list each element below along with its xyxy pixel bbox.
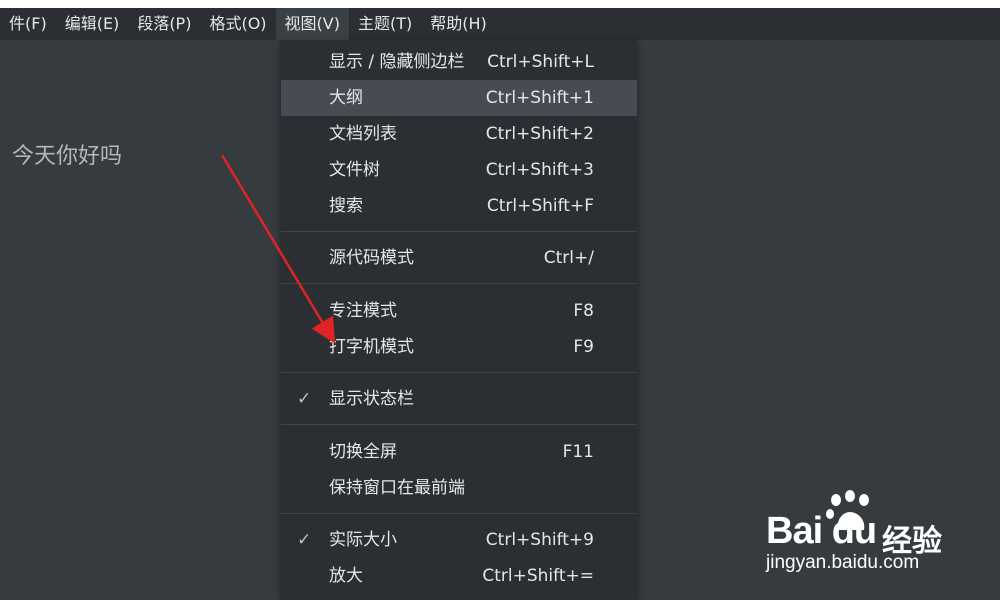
document-text[interactable]: 今天你好吗 — [12, 138, 122, 170]
checkmark-icon: ✓ — [297, 530, 312, 550]
menu-item-label: 显示状态栏 — [329, 389, 414, 409]
menu-item-label: 专注模式 — [329, 301, 397, 321]
menu-item-file-tree[interactable]: 文件树 Ctrl+Shift+3 — [281, 152, 637, 188]
menu-item-toggle-fullscreen[interactable]: 切换全屏 F11 — [281, 434, 637, 470]
menu-item-always-on-top[interactable]: 保持窗口在最前端 — [281, 470, 637, 506]
menu-file[interactable]: 件(F) — [0, 8, 56, 40]
menu-item-document-list[interactable]: 文档列表 Ctrl+Shift+2 — [281, 116, 637, 152]
menu-item-shortcut: Ctrl+Shift+2 — [485, 124, 594, 144]
menu-item-label: 放大 — [329, 566, 363, 586]
menu-item-shortcut: Ctrl+Shift+3 — [485, 160, 594, 180]
menu-format[interactable]: 格式(O) — [200, 8, 275, 40]
menu-paragraph[interactable]: 段落(P) — [128, 8, 200, 40]
menu-item-shortcut: Ctrl+Shift+1 — [485, 88, 594, 108]
menu-item-shortcut: Ctrl+Shift+9 — [485, 530, 594, 550]
menu-item-shortcut: Ctrl+Shift+F — [486, 196, 594, 216]
menu-item-source-code-mode[interactable]: 源代码模式 Ctrl+/ — [281, 240, 637, 276]
menu-item-label: 文档列表 — [329, 124, 397, 144]
menu-item-search[interactable]: 搜索 Ctrl+Shift+F — [281, 188, 637, 224]
baidu-watermark: Bai du 经验 jingyan.baidu.com — [766, 490, 966, 590]
menu-separator — [281, 231, 637, 232]
menu-separator — [281, 372, 637, 373]
menu-help[interactable]: 帮助(H) — [421, 8, 496, 40]
watermark-url: jingyan.baidu.com — [766, 552, 920, 573]
menu-item-zoom-in[interactable]: 放大 Ctrl+Shift+= — [281, 558, 637, 594]
menu-item-label: 实际大小 — [329, 530, 397, 550]
window-top-strip — [0, 0, 1000, 8]
menu-item-shortcut: F9 — [573, 337, 594, 357]
menu-item-label: 保持窗口在最前端 — [329, 478, 465, 498]
menu-item-shortcut: Ctrl+Shift+= — [482, 566, 594, 586]
menu-item-shortcut: F8 — [573, 301, 594, 321]
view-menu-dropdown: 显示 / 隐藏侧边栏 Ctrl+Shift+L 大纲 Ctrl+Shift+1 … — [281, 40, 637, 600]
menu-item-label: 切换全屏 — [329, 442, 397, 462]
watermark-brand: Bai du — [766, 510, 877, 552]
menu-item-label: 显示 / 隐藏侧边栏 — [329, 52, 465, 72]
menu-view[interactable]: 视图(V) — [275, 8, 349, 40]
menu-item-focus-mode[interactable]: 专注模式 F8 — [281, 293, 637, 329]
menu-edit[interactable]: 编辑(E) — [56, 8, 129, 40]
menu-item-shortcut: Ctrl+/ — [543, 248, 594, 268]
menu-item-show-status-bar[interactable]: ✓ 显示状态栏 — [281, 381, 637, 417]
menu-bar: 件(F) 编辑(E) 段落(P) 格式(O) 视图(V) 主题(T) 帮助(H) — [0, 8, 1000, 40]
menu-item-shortcut: Ctrl+Shift+L — [487, 52, 594, 72]
menu-separator — [281, 513, 637, 514]
menu-item-actual-size[interactable]: ✓ 实际大小 Ctrl+Shift+9 — [281, 522, 637, 558]
menu-item-outline[interactable]: 大纲 Ctrl+Shift+1 — [281, 80, 637, 116]
menu-item-shortcut: F11 — [562, 442, 594, 462]
menu-separator — [281, 283, 637, 284]
menu-item-label: 打字机模式 — [329, 337, 414, 357]
menu-item-label: 源代码模式 — [329, 248, 414, 268]
menu-item-label: 文件树 — [329, 160, 380, 180]
menu-theme[interactable]: 主题(T) — [349, 8, 421, 40]
menu-item-label: 搜索 — [329, 196, 363, 216]
menu-separator — [281, 424, 637, 425]
checkmark-icon: ✓ — [297, 389, 312, 409]
menu-item-label: 大纲 — [329, 88, 363, 108]
menu-item-typewriter-mode[interactable]: 打字机模式 F9 — [281, 329, 637, 365]
menu-item-toggle-sidebar[interactable]: 显示 / 隐藏侧边栏 Ctrl+Shift+L — [281, 44, 637, 80]
